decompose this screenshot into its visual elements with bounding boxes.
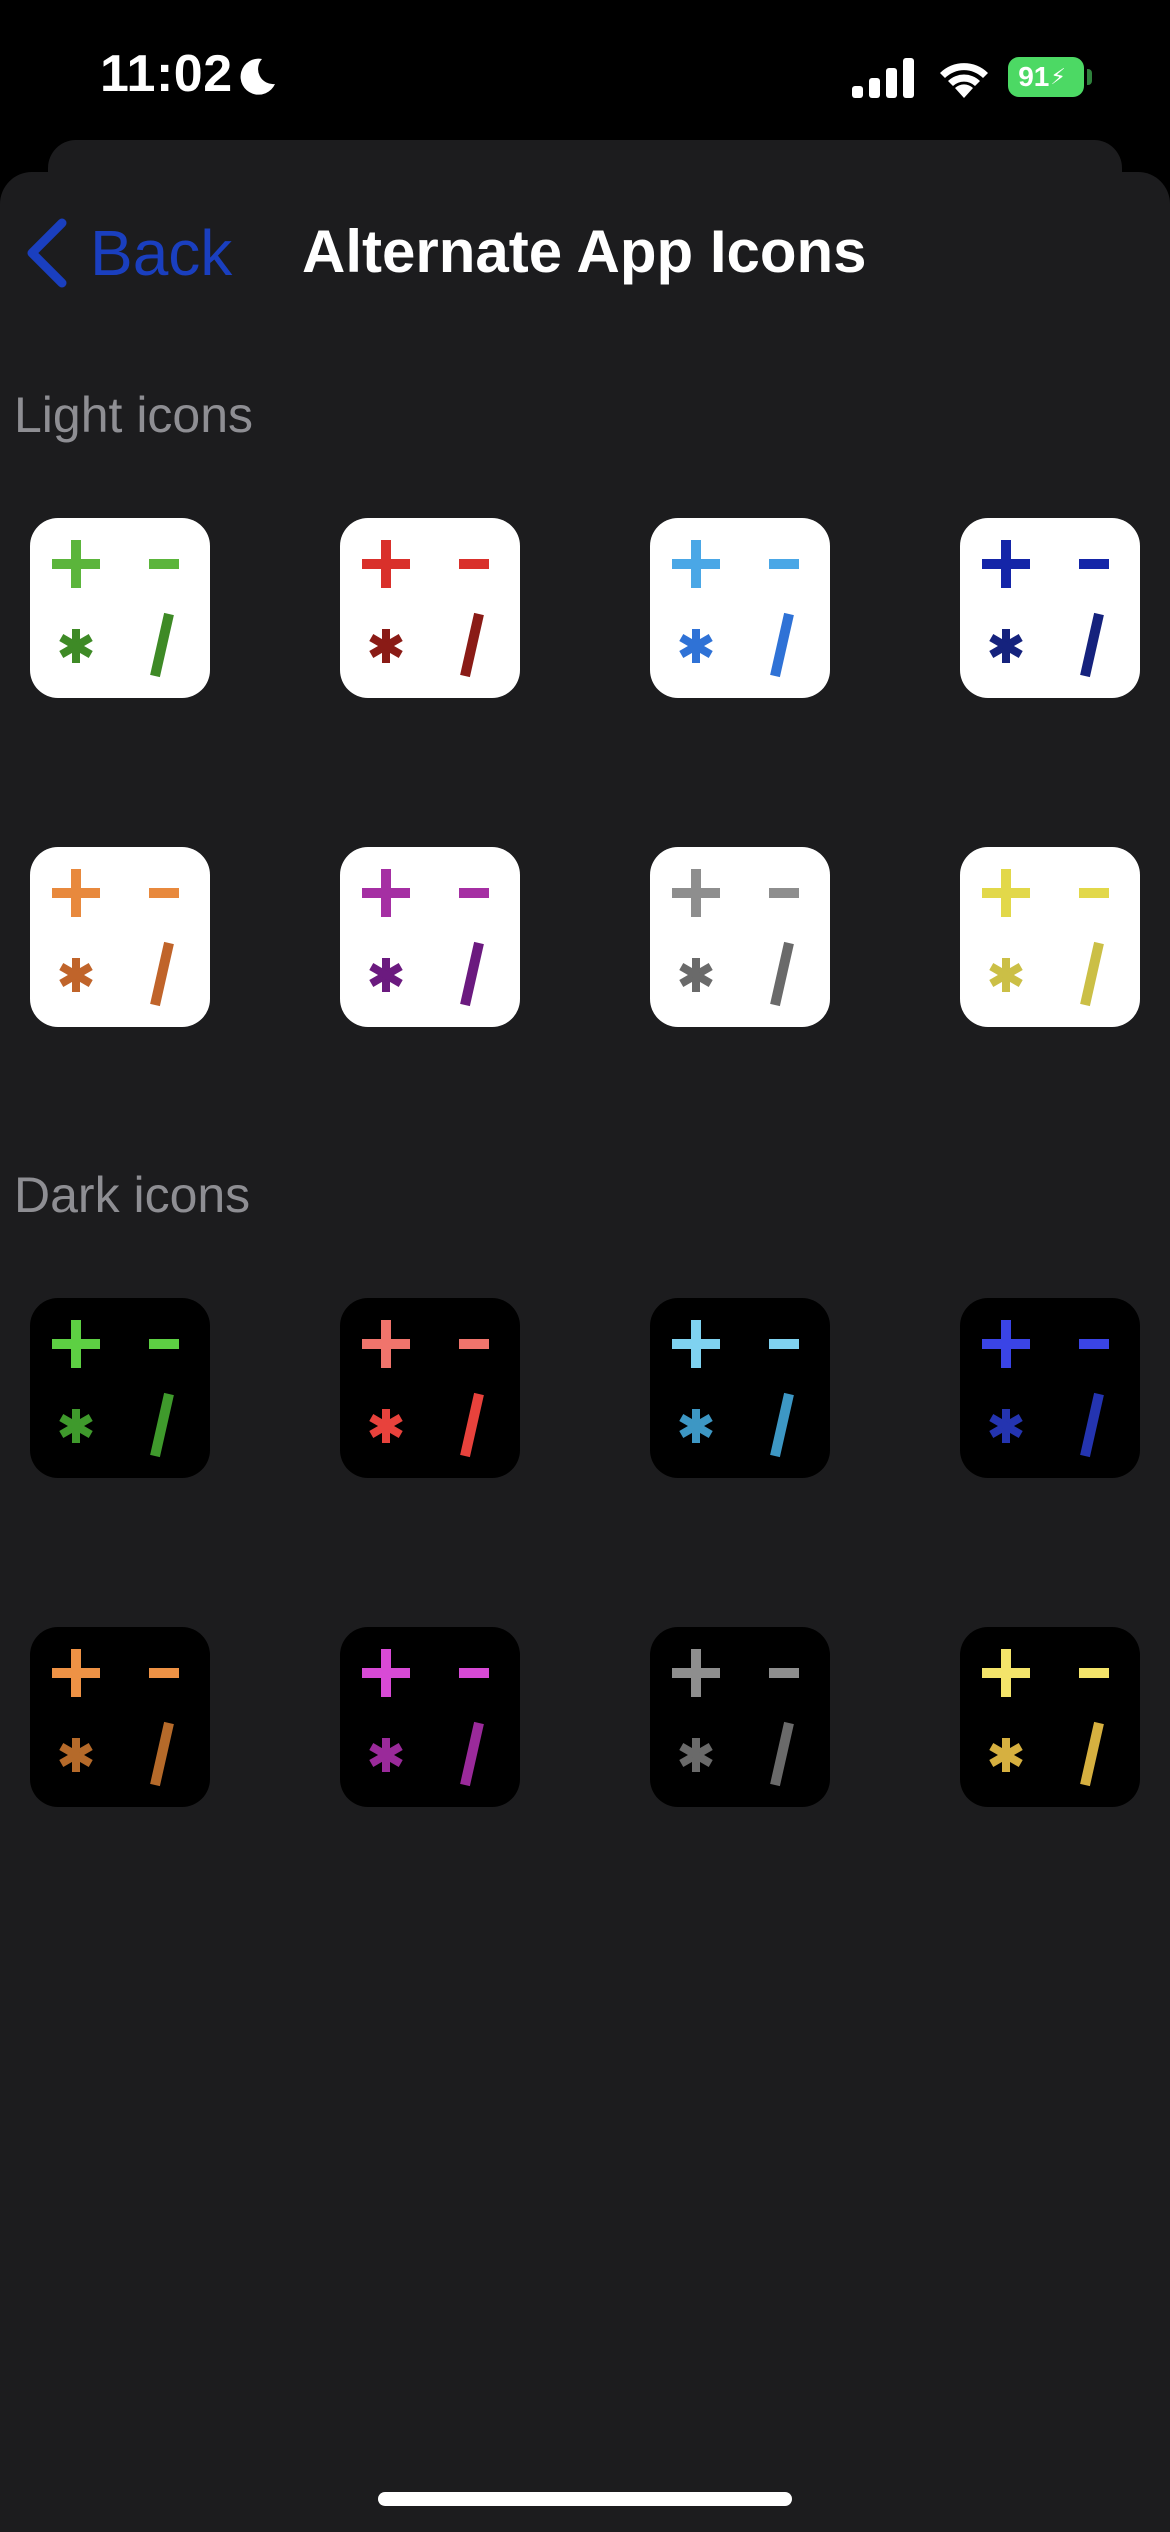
calculator-symbols-icon	[672, 869, 799, 1007]
calculator-symbols-icon	[52, 1649, 179, 1787]
app-icon-dark-blue[interactable]	[650, 1298, 830, 1478]
chevron-left-icon	[27, 218, 67, 288]
calculator-symbols-icon	[362, 540, 489, 678]
page-title: Alternate App Icons	[302, 218, 867, 285]
moon-icon	[240, 58, 275, 95]
battery-tip	[1087, 69, 1092, 85]
app-icon-dark-yellow[interactable]	[960, 1627, 1140, 1807]
calculator-symbols-icon	[362, 1320, 489, 1458]
calculator-symbols-icon	[362, 869, 489, 1007]
cellular-signal-icon	[852, 58, 914, 98]
calculator-symbols-icon	[982, 1649, 1109, 1787]
calculator-symbols-icon	[982, 540, 1109, 678]
battery-level: 91	[1018, 61, 1050, 92]
calculator-symbols-icon	[52, 540, 179, 678]
app-icon-light-yellow[interactable]	[960, 847, 1140, 1027]
calculator-symbols-icon	[362, 1649, 489, 1787]
app-icon-light-navy[interactable]	[960, 518, 1140, 698]
app-icon-dark-gray[interactable]	[650, 1627, 830, 1807]
calculator-symbols-icon	[672, 1649, 799, 1787]
calculator-symbols-icon	[52, 1320, 179, 1458]
home-indicator[interactable]	[378, 2492, 792, 2506]
section-title-light: Light icons	[14, 387, 254, 443]
alternate-icons-sheet: Back Alternate App Icons Light icons Dar…	[0, 172, 1170, 2532]
app-icon-light-green[interactable]	[30, 518, 210, 698]
wifi-icon	[940, 63, 988, 98]
app-icon-dark-navy[interactable]	[960, 1298, 1140, 1478]
back-label: Back	[90, 217, 233, 289]
app-icon-light-gray[interactable]	[650, 847, 830, 1027]
app-icon-dark-red[interactable]	[340, 1298, 520, 1478]
calculator-symbols-icon	[672, 540, 799, 678]
calculator-symbols-icon	[982, 1320, 1109, 1458]
battery-charging-icon: 91 ⚡	[1008, 57, 1084, 97]
status-bar: 11:02 91 ⚡	[0, 0, 1170, 150]
app-icon-dark-purple[interactable]	[340, 1627, 520, 1807]
app-icon-light-red[interactable]	[340, 518, 520, 698]
app-icon-dark-green[interactable]	[30, 1298, 210, 1478]
calculator-symbols-icon	[982, 869, 1109, 1007]
status-time: 11:02	[100, 45, 233, 103]
section-title-dark: Dark icons	[14, 1167, 251, 1223]
app-icon-light-blue[interactable]	[650, 518, 830, 698]
back-button[interactable]: Back	[24, 216, 232, 290]
calculator-symbols-icon	[52, 869, 179, 1007]
calculator-symbols-icon	[672, 1320, 799, 1458]
app-icon-light-orange[interactable]	[30, 847, 210, 1027]
app-icon-dark-orange[interactable]	[30, 1627, 210, 1807]
app-icon-light-purple[interactable]	[340, 847, 520, 1027]
